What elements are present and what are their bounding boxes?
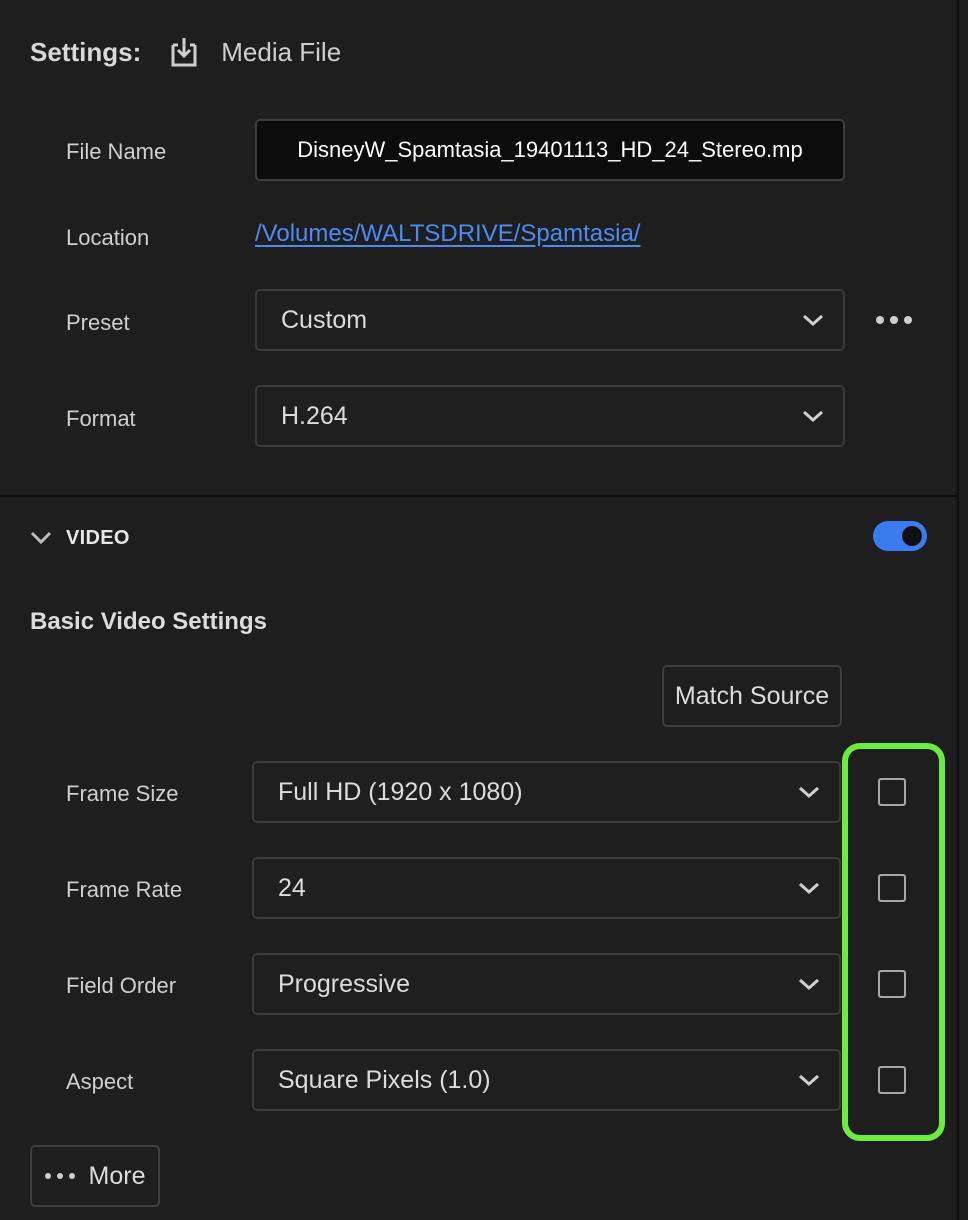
chevron-down-icon <box>799 1074 819 1087</box>
file-name-label: File Name <box>66 139 167 164</box>
aspect-label: Aspect <box>66 1069 134 1094</box>
preset-value: Custom <box>281 305 368 334</box>
frame-rate-match-checkbox[interactable] <box>878 874 906 902</box>
field-order-match-checkbox[interactable] <box>878 970 906 998</box>
chevron-down-icon <box>799 978 819 991</box>
download-tray-icon <box>167 35 201 69</box>
video-section-label: VIDEO <box>66 526 130 549</box>
format-dropdown[interactable]: H.264 <box>255 385 845 447</box>
settings-title: Media File <box>221 36 342 67</box>
preset-more-options-button[interactable] <box>876 308 912 332</box>
frame-rate-dropdown[interactable]: 24 <box>252 857 841 919</box>
settings-header: Settings: Media File <box>30 30 341 74</box>
ellipsis-icon <box>876 316 884 324</box>
frame-rate-label: Frame Rate <box>66 877 183 902</box>
chevron-down-icon[interactable] <box>30 528 52 548</box>
field-order-dropdown[interactable]: Progressive <box>252 953 841 1015</box>
settings-label: Settings: <box>30 36 142 67</box>
video-export-toggle[interactable] <box>873 521 927 551</box>
more-button[interactable]: More <box>30 1145 160 1207</box>
more-button-label: More <box>88 1161 146 1190</box>
aspect-dropdown[interactable]: Square Pixels (1.0) <box>252 1049 841 1111</box>
frame-size-dropdown[interactable]: Full HD (1920 x 1080) <box>252 761 841 823</box>
panel-edge <box>957 0 959 1220</box>
chevron-down-icon <box>799 786 819 799</box>
field-order-value: Progressive <box>278 969 410 998</box>
export-settings-panel: Settings: Media File File Name DisneyW_S… <box>0 0 968 1220</box>
video-section-header[interactable]: VIDEO <box>30 520 130 556</box>
format-label: Format <box>66 406 136 431</box>
file-name-input[interactable]: DisneyW_Spamtasia_19401113_HD_24_Stereo.… <box>255 119 845 181</box>
section-divider <box>0 495 958 497</box>
preset-dropdown[interactable]: Custom <box>255 289 845 351</box>
preset-label: Preset <box>66 310 130 335</box>
frame-size-value: Full HD (1920 x 1080) <box>278 777 523 806</box>
frame-size-label: Frame Size <box>66 781 179 806</box>
basic-video-settings-title: Basic Video Settings <box>30 608 267 635</box>
ellipsis-icon <box>44 1173 75 1179</box>
aspect-match-checkbox[interactable] <box>878 1066 906 1094</box>
chevron-down-icon <box>799 882 819 895</box>
location-label: Location <box>66 225 150 250</box>
frame-size-match-checkbox[interactable] <box>878 778 906 806</box>
chevron-down-icon <box>803 314 823 327</box>
field-order-label: Field Order <box>66 973 177 998</box>
aspect-value: Square Pixels (1.0) <box>278 1065 491 1094</box>
format-value: H.264 <box>281 401 348 430</box>
frame-rate-value: 24 <box>278 873 306 902</box>
chevron-down-icon <box>803 410 823 423</box>
toggle-knob <box>902 526 922 546</box>
match-source-button[interactable]: Match Source <box>662 665 842 727</box>
location-link[interactable]: /Volumes/WALTSDRIVE/Spamtasia/ <box>255 220 640 248</box>
